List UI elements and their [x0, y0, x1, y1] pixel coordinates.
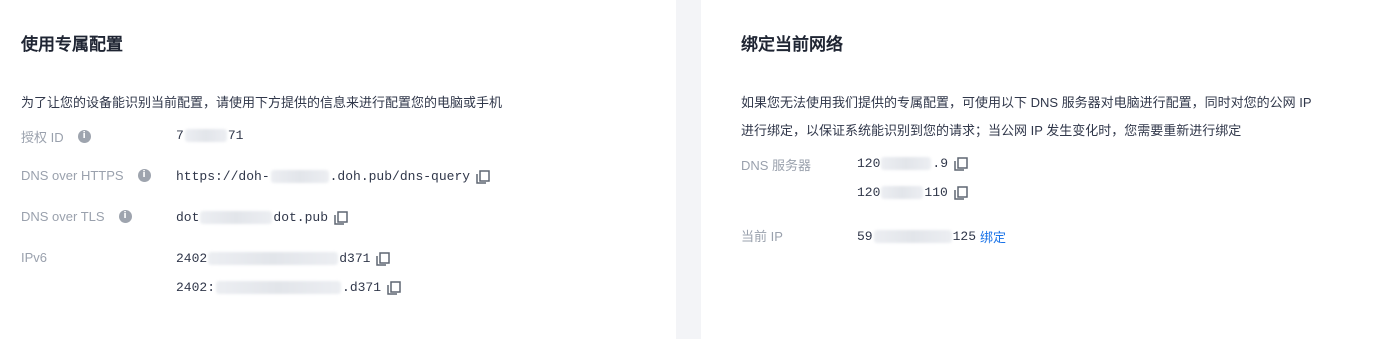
dns-server-prefix: 120: [857, 185, 881, 200]
current-ip-suffix: 125: [952, 229, 977, 244]
dns-server-value-2: 120 110: [857, 185, 968, 200]
info-icon[interactable]: i: [118, 210, 132, 223]
auth-id-label: 授权 ID i: [21, 127, 91, 146]
ipv6-label-text: IPv6: [21, 250, 48, 265]
redacted-blur: [881, 186, 924, 199]
info-icon[interactable]: i: [137, 169, 151, 182]
dot-suffix: dot.pub: [273, 210, 329, 225]
bind-network-panel: 绑定当前网络 如果您无法使用我们提供的专属配置，可使用以下 DNS 服务器对电脑…: [701, 0, 1388, 339]
redacted-blur: [270, 170, 329, 183]
ipv6-suffix: .d371: [342, 280, 382, 295]
info-icon[interactable]: i: [77, 130, 91, 143]
ipv6-suffix: d371: [339, 251, 371, 266]
doh-suffix: .doh.pub/dns-query: [329, 169, 471, 184]
dns-server-label-text: DNS 服务器: [741, 158, 812, 173]
redacted-blur: [200, 211, 273, 224]
dns-server-label: DNS 服务器: [741, 155, 811, 174]
dns-server-prefix: 120: [857, 156, 881, 171]
dot-label-text: DNS over TLS: [21, 209, 105, 224]
redacted-blur: [881, 157, 932, 170]
dot-prefix: dot: [176, 210, 200, 225]
copy-icon[interactable]: [387, 280, 401, 295]
auth-id-value: 7 71: [176, 128, 243, 143]
doh-label-text: DNS over HTTPS: [21, 168, 124, 183]
copy-icon[interactable]: [476, 169, 490, 184]
dns-server-suffix: 110: [924, 185, 948, 200]
redacted-blur: [216, 281, 342, 294]
current-ip-prefix: 59: [857, 229, 873, 244]
copy-icon[interactable]: [334, 210, 348, 225]
copy-icon[interactable]: [954, 185, 968, 200]
dot-label: DNS over TLS i: [21, 209, 132, 224]
dns-server-suffix: .9: [932, 156, 949, 171]
ipv6-prefix: 2402:: [176, 280, 216, 295]
ipv6-value-2: 2402: .d371: [176, 280, 401, 295]
ipv6-value-1: 2402 d371: [176, 251, 391, 266]
auth-id-label-text: 授权 ID: [21, 130, 64, 145]
ipv6-prefix: 2402: [176, 251, 208, 266]
bind-ip-link[interactable]: 绑定: [980, 227, 1006, 246]
redacted-blur: [208, 252, 339, 265]
bind-network-description-line1: 如果您无法使用我们提供的专属配置，可使用以下 DNS 服务器对电脑进行配置，同时…: [741, 95, 1312, 110]
copy-icon[interactable]: [376, 251, 391, 266]
current-ip-value: 59 125 绑定: [857, 227, 1006, 246]
auth-id-suffix: 71: [227, 128, 244, 143]
auth-id-prefix: 7: [176, 128, 184, 143]
dot-value: dot dot.pub: [176, 210, 348, 225]
doh-label: DNS over HTTPS i: [21, 168, 151, 183]
copy-icon[interactable]: [954, 156, 968, 171]
current-ip-label: 当前 IP: [741, 226, 783, 245]
redacted-blur: [184, 129, 227, 142]
bind-network-description-line2: 进行绑定，以保证系统能识别到您的请求；当公网 IP 发生变化时，您需要重新进行绑…: [741, 123, 1242, 138]
redacted-blur: [873, 230, 952, 243]
dns-server-value-1: 120 .9: [857, 156, 968, 171]
dedicated-config-panel: 使用专属配置 为了让您的设备能识别当前配置，请使用下方提供的信息来进行配置您的电…: [0, 0, 676, 339]
dedicated-config-title: 使用专属配置: [21, 35, 123, 54]
doh-value: https://doh- .doh.pub/dns-query: [176, 169, 490, 184]
ipv6-label: IPv6: [21, 250, 47, 265]
current-ip-label-text: 当前 IP: [741, 229, 783, 244]
doh-prefix: https://doh-: [176, 169, 270, 184]
dedicated-config-description: 为了让您的设备能识别当前配置，请使用下方提供的信息来进行配置您的电脑或手机: [21, 95, 503, 110]
bind-network-title: 绑定当前网络: [741, 35, 843, 54]
